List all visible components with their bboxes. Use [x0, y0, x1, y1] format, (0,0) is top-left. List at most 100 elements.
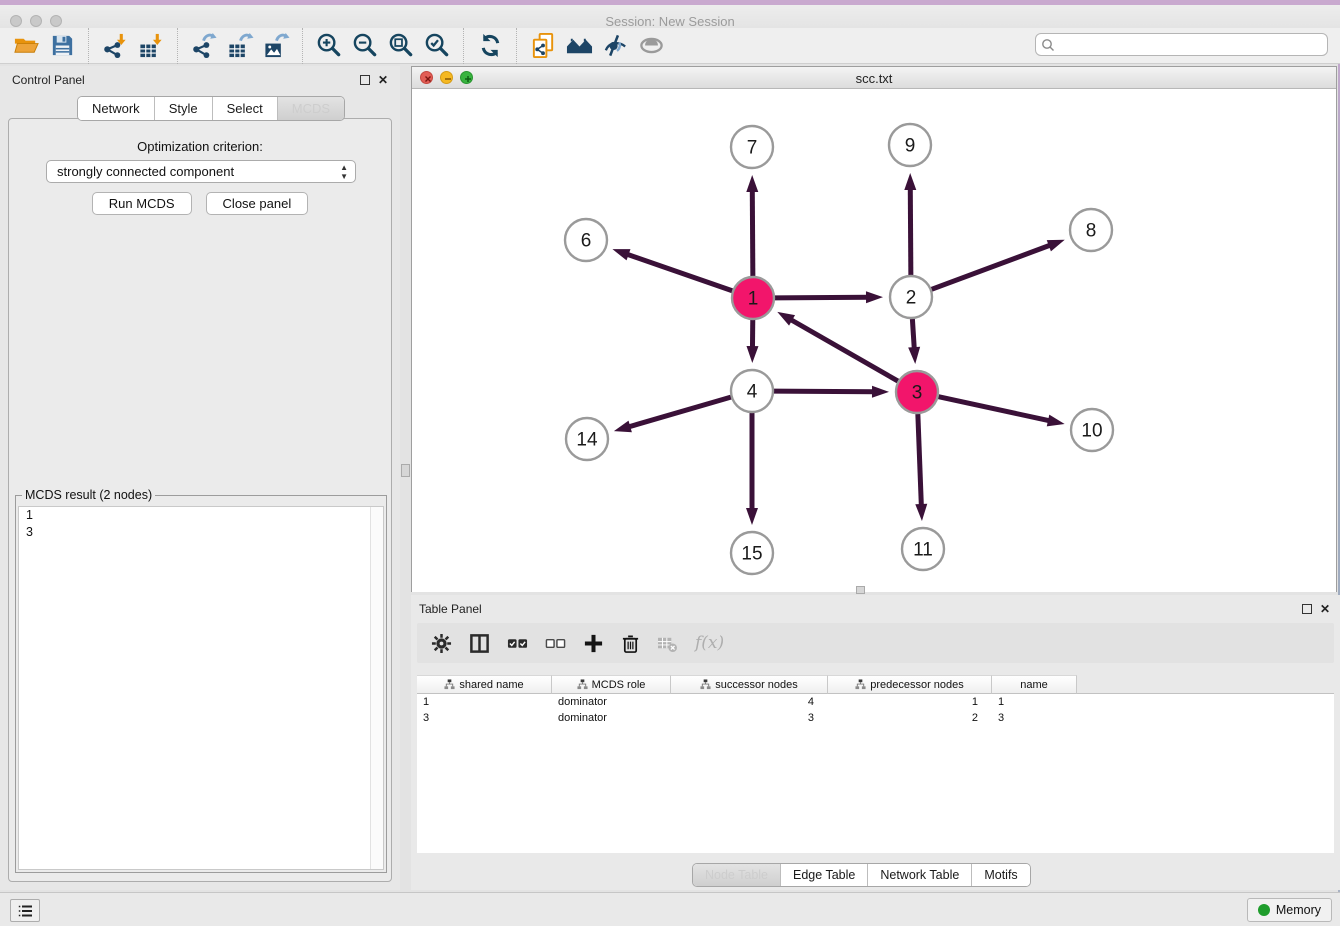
graph-edge-3-11[interactable]: [918, 414, 922, 507]
column-header-shared-name[interactable]: shared name: [417, 675, 552, 694]
column-header-successor-nodes[interactable]: successor nodes: [671, 675, 828, 694]
import-network-button[interactable]: [97, 30, 133, 62]
graph-edge-2-9[interactable]: [910, 187, 911, 275]
network-view-titlebar: scc.txt: [412, 67, 1336, 89]
table-panel-title: Table Panel: [419, 602, 482, 616]
graph-edge-arrowhead: [904, 173, 916, 190]
export-network-button[interactable]: [186, 30, 222, 62]
refresh-icon: [477, 32, 504, 59]
delete-table-button[interactable]: [657, 634, 678, 653]
optimization-criterion-value: strongly connected component: [57, 164, 234, 179]
vertical-splitter-handle[interactable]: [856, 586, 865, 594]
mcds-result-item[interactable]: 1: [19, 507, 383, 524]
column-header-predecessor-nodes[interactable]: predecessor nodes: [828, 675, 992, 694]
graph-edge-arrowhead: [746, 175, 758, 192]
select-stepper-icon: ▲▼: [340, 163, 348, 181]
open-session-button[interactable]: [8, 30, 44, 62]
graph-edge-4-3[interactable]: [774, 391, 875, 392]
table-tab-network-table[interactable]: Network Table: [867, 864, 971, 886]
home-view-button[interactable]: [561, 30, 597, 62]
zoom-selected-button[interactable]: [419, 30, 455, 62]
tab-mcds[interactable]: MCDS: [277, 97, 344, 120]
close-panel-icon[interactable]: ✕: [378, 73, 388, 87]
tab-select[interactable]: Select: [212, 97, 277, 120]
clone-network-button[interactable]: [525, 30, 561, 62]
zoom-in-button[interactable]: [311, 30, 347, 62]
graph-edge-arrowhead: [915, 504, 927, 521]
status-bar: Memory: [0, 892, 1340, 926]
graph-edge-2-3[interactable]: [912, 319, 914, 350]
graph-edge-arrowhead: [1047, 415, 1065, 427]
home-icon: [566, 32, 593, 59]
table-cell-predecessor-nodes: 1: [828, 696, 992, 708]
task-history-button[interactable]: [10, 899, 40, 922]
table-row[interactable]: 1dominator411: [417, 694, 1334, 710]
mcds-result-list[interactable]: 13: [18, 506, 384, 870]
import-table-button[interactable]: [133, 30, 169, 62]
graph-node-label: 9: [905, 136, 916, 157]
trash-icon: [621, 633, 640, 654]
apply-layout-button[interactable]: [472, 30, 508, 62]
network-view-title: scc.txt: [412, 71, 1336, 86]
graph-edge-4-14[interactable]: [627, 397, 731, 427]
table-settings-button[interactable]: [431, 633, 452, 654]
control-panel-tabs: NetworkStyleSelectMCDS: [77, 96, 345, 121]
column-header-name[interactable]: name: [992, 675, 1077, 694]
network-canvas[interactable]: 7968124314101511: [412, 89, 1336, 592]
table-tab-node-table[interactable]: Node Table: [693, 864, 780, 886]
column-header-mcds-role[interactable]: MCDS role: [552, 675, 671, 694]
table-tab-motifs[interactable]: Motifs: [971, 864, 1029, 886]
graph-edge-1-2[interactable]: [775, 297, 869, 298]
horizontal-splitter-handle[interactable]: [401, 464, 410, 477]
result-scrollbar[interactable]: [370, 507, 383, 869]
column-type-icon: [444, 679, 455, 690]
tab-style[interactable]: Style: [154, 97, 212, 120]
eye-icon: [638, 32, 665, 59]
graph-node-label: 15: [741, 544, 762, 565]
graph-edge-2-8[interactable]: [932, 245, 1052, 290]
zoom-fit-button[interactable]: [383, 30, 419, 62]
column-header-label: shared name: [459, 679, 523, 691]
add-column-button[interactable]: [583, 633, 604, 654]
memory-button[interactable]: Memory: [1247, 898, 1332, 922]
export-table-button[interactable]: [222, 30, 258, 62]
graph-edge-1-7[interactable]: [752, 189, 753, 276]
table-float-panel-icon[interactable]: [1302, 604, 1312, 614]
save-session-button[interactable]: [44, 30, 80, 62]
show-graphics-details-button[interactable]: [633, 30, 669, 62]
node-table: shared name MCDS rolesuccessor nodesprede…: [417, 675, 1334, 853]
deselect-all-columns-button[interactable]: [545, 636, 566, 651]
table-cell-name: 1: [992, 696, 1077, 708]
column-header-label: name: [1020, 679, 1048, 691]
float-panel-icon[interactable]: [360, 75, 370, 85]
search-input[interactable]: [1035, 33, 1328, 56]
table-row[interactable]: 3dominator323: [417, 710, 1334, 726]
mcds-result-item[interactable]: 3: [19, 524, 383, 541]
function-builder-button[interactable]: f(x): [695, 633, 724, 653]
close-panel-button[interactable]: Close panel: [206, 192, 309, 215]
table-cell-shared-name: 3: [417, 712, 552, 724]
table-cell-successor-nodes: 3: [671, 712, 828, 724]
hide-graphics-details-button[interactable]: [597, 30, 633, 62]
search-box: [1035, 33, 1328, 56]
select-all-columns-button[interactable]: [507, 636, 528, 651]
table-close-panel-icon[interactable]: ✕: [1320, 602, 1330, 616]
zoom-out-button[interactable]: [347, 30, 383, 62]
mcds-result-title: MCDS result (2 nodes): [22, 488, 155, 502]
run-mcds-button[interactable]: Run MCDS: [92, 192, 192, 215]
graph-edge-3-10[interactable]: [938, 397, 1050, 421]
network-view-window: scc.txt 7968124314101511: [411, 66, 1337, 592]
graph-node-label: 2: [906, 288, 917, 309]
toggle-columns-button[interactable]: [469, 633, 490, 654]
export-image-button[interactable]: [258, 30, 294, 62]
column-header-filler: [1077, 675, 1334, 694]
delete-column-button[interactable]: [621, 633, 640, 654]
table-tab-edge-table[interactable]: Edge Table: [780, 864, 867, 886]
optimization-criterion-select[interactable]: strongly connected component ▲▼: [46, 160, 356, 183]
tab-network[interactable]: Network: [78, 97, 154, 120]
node-table-header: shared name MCDS rolesuccessor nodesprede…: [417, 675, 1334, 694]
columns-icon: [469, 633, 490, 654]
table-cell-predecessor-nodes: 2: [828, 712, 992, 724]
graph-edge-3-1[interactable]: [789, 319, 897, 381]
graph-edge-1-6[interactable]: [626, 254, 733, 291]
